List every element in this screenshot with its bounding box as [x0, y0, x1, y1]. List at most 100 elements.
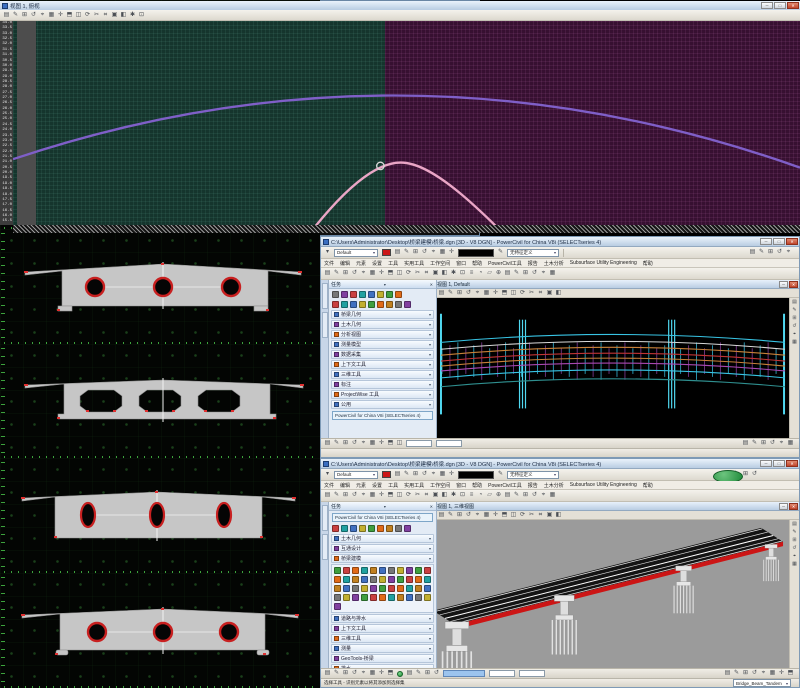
- menu-item[interactable]: 窗口: [453, 482, 469, 489]
- attributes-icon[interactable]: ▾: [323, 470, 332, 479]
- tool-icon[interactable]: [370, 567, 377, 574]
- toolbar-icon[interactable]: ✎: [402, 470, 411, 479]
- toolbar-icon[interactable]: ✛: [377, 269, 386, 278]
- menu-item[interactable]: 文件: [321, 260, 337, 267]
- toolbar-icon[interactable]: ⬒: [386, 669, 395, 678]
- toolbar-icon[interactable]: ✂: [92, 11, 101, 20]
- tool-icon[interactable]: [397, 594, 404, 601]
- toolbar-icon[interactable]: ▤: [323, 491, 332, 500]
- toolbar-icon[interactable]: ⊞: [411, 470, 420, 479]
- toolbar-icon[interactable]: ✛: [491, 289, 500, 298]
- toolbar-icon[interactable]: ⊞: [455, 511, 464, 520]
- toolbar-icon[interactable]: [368, 301, 375, 308]
- toolbar-icon[interactable]: ⊞: [521, 491, 530, 500]
- toolbar-icon[interactable]: ⌗: [101, 11, 110, 20]
- toolbar-icon[interactable]: ✎: [757, 248, 766, 257]
- menu-item[interactable]: Subsurface Utility Engineering: [567, 482, 640, 488]
- feature-icon[interactable]: ✎: [496, 470, 505, 479]
- close-button[interactable]: ✕: [786, 238, 798, 245]
- toolbar-icon[interactable]: ▦: [368, 439, 377, 448]
- toolbar-icon[interactable]: ↺: [350, 439, 359, 448]
- toolbar-icon[interactable]: ✂: [527, 511, 536, 520]
- task-item[interactable]: GeoTools-桥梁▾: [331, 654, 434, 663]
- toolbar-icon[interactable]: ✎: [332, 269, 341, 278]
- toolbar-icon[interactable]: [359, 291, 366, 298]
- close-icon[interactable]: ✕: [429, 504, 434, 509]
- tool-icon[interactable]: [406, 567, 413, 574]
- docked-tab[interactable]: [322, 283, 328, 309]
- tool-icon[interactable]: [370, 576, 377, 583]
- viewport-cross-section-3[interactable]: [0, 229, 320, 344]
- toolbar-icon[interactable]: [332, 525, 339, 532]
- toolbar-icon[interactable]: [332, 301, 339, 308]
- toolbar-icon[interactable]: ▦: [768, 669, 777, 678]
- toolbar-icon[interactable]: ▤: [323, 669, 332, 678]
- tool-icon[interactable]: [334, 567, 341, 574]
- toolbar-icon[interactable]: ✛: [377, 439, 386, 448]
- feature-combo[interactable]: 无特征定义▾: [507, 249, 559, 257]
- toolbar-icon[interactable]: ↺: [29, 11, 38, 20]
- toolbar-icon[interactable]: ◫: [509, 511, 518, 520]
- toolbar-icon[interactable]: ⌗: [536, 511, 545, 520]
- toolbar-icon[interactable]: ⌖: [429, 248, 438, 257]
- menu-item[interactable]: 帮助: [640, 482, 656, 489]
- toolbar-icon[interactable]: ✎: [790, 306, 799, 314]
- toolbar-icon[interactable]: ▦: [790, 338, 799, 346]
- toolbar-icon[interactable]: ⊕: [494, 491, 503, 500]
- task-item[interactable]: 道路与排水▾: [331, 614, 434, 623]
- toolbar-icon[interactable]: ◧: [554, 511, 563, 520]
- tool-icon[interactable]: [406, 585, 413, 592]
- toolbar-icon[interactable]: ▦: [482, 289, 491, 298]
- toolbar-icon[interactable]: ✎: [414, 669, 423, 678]
- toolbar-icon[interactable]: ▦: [786, 439, 795, 448]
- menu-item[interactable]: PowerCivil工具: [485, 260, 525, 267]
- toolbar-icon[interactable]: [395, 291, 402, 298]
- toolbar-icon[interactable]: ↺: [464, 289, 473, 298]
- toolbar-icon[interactable]: ⊞: [766, 248, 775, 257]
- toolbar-icon[interactable]: ◫: [395, 491, 404, 500]
- tool-icon[interactable]: [415, 594, 422, 601]
- tasks-header[interactable]: 任务 ▾ ✕: [329, 502, 436, 511]
- tool-icon[interactable]: [334, 576, 341, 583]
- close-button[interactable]: ✕: [789, 503, 798, 510]
- toolbar-icon[interactable]: [386, 525, 393, 532]
- menu-item[interactable]: 窗口: [453, 260, 469, 267]
- toolbar-icon[interactable]: ▤: [393, 248, 402, 257]
- toolbar-icon[interactable]: ▣: [545, 289, 554, 298]
- render-viewport[interactable]: [437, 520, 789, 668]
- tool-icon[interactable]: [415, 576, 422, 583]
- menu-item[interactable]: 工作空间: [427, 260, 453, 267]
- toolbar-icon[interactable]: ◔: [476, 491, 485, 500]
- view-titlebar[interactable]: 视图 1, 三维视图 ─ ✕: [437, 502, 799, 511]
- toolbar-icon[interactable]: ↺: [350, 491, 359, 500]
- toolbar-icon[interactable]: ▤: [790, 298, 799, 306]
- toolbar-icon[interactable]: ⊞: [341, 669, 350, 678]
- task-item[interactable]: 数据采集▾: [331, 350, 434, 359]
- toolbar-icon[interactable]: ✎: [332, 669, 341, 678]
- active-color-swatch[interactable]: [382, 471, 391, 478]
- active-level-display[interactable]: [458, 471, 494, 479]
- status-field[interactable]: [519, 670, 545, 677]
- toolbar-icon[interactable]: ▤: [405, 669, 414, 678]
- menu-item[interactable]: PowerCivil工具: [485, 482, 525, 489]
- toolbar-icon[interactable]: ⊞: [411, 248, 420, 257]
- task-item[interactable]: 上下文工具▾: [331, 360, 434, 369]
- toolbar-icon[interactable]: ⬒: [500, 289, 509, 298]
- chevron-down-icon[interactable]: ▾: [429, 656, 431, 661]
- chevron-down-icon[interactable]: ▾: [429, 382, 431, 387]
- toolbar-icon[interactable]: ⌖: [359, 491, 368, 500]
- task-item[interactable]: 土木几何▾: [331, 534, 434, 543]
- tool-icon[interactable]: [379, 567, 386, 574]
- menu-item[interactable]: Subsurface Utility Engineering: [567, 260, 640, 266]
- toolbar-icon[interactable]: [386, 301, 393, 308]
- menu-item[interactable]: 帮助: [469, 482, 485, 489]
- active-color-swatch[interactable]: [382, 249, 391, 256]
- viewport-cross-section-6[interactable]: [0, 573, 320, 688]
- pin-icon[interactable]: ▾: [383, 282, 387, 287]
- chevron-down-icon[interactable]: ▾: [429, 646, 431, 651]
- toolbar-icon[interactable]: ↺: [420, 248, 429, 257]
- toolbar-icon[interactable]: ✎: [446, 289, 455, 298]
- menu-item[interactable]: 编辑: [337, 482, 353, 489]
- tool-icon[interactable]: [388, 567, 395, 574]
- toolbar-icon[interactable]: ↺: [350, 669, 359, 678]
